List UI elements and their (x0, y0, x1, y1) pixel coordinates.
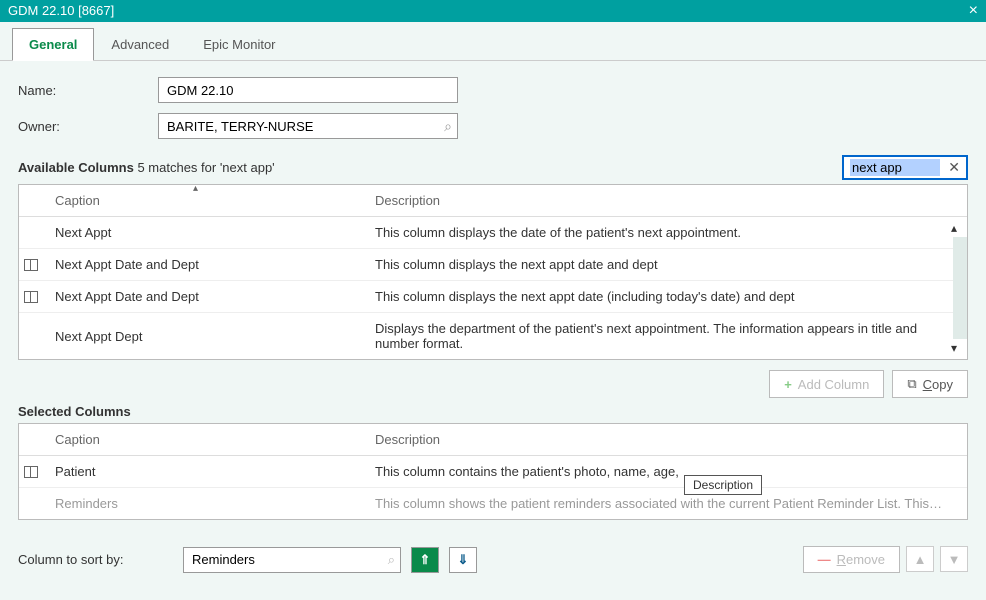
owner-row: Owner: ⌕ (18, 113, 968, 139)
selected-table-body: Patient This column contains the patient… (19, 456, 967, 519)
scroll-down-icon[interactable]: ▾ (951, 341, 965, 355)
title-bar: GDM 22.10 [8667] × (0, 0, 986, 22)
name-label: Name: (18, 83, 158, 98)
row-caption: Next Appt Date and Dept (43, 281, 363, 312)
sort-asc-icon: ⇑ (420, 552, 431, 568)
sort-desc-icon: ⇓ (458, 552, 469, 568)
row-desc: This column contains the patient's photo… (363, 456, 967, 487)
tab-general[interactable]: General (12, 28, 94, 61)
move-up-button[interactable]: ▲ (906, 546, 934, 572)
sort-ascending-button[interactable]: ⇑ (411, 547, 439, 573)
header-caption[interactable]: Caption (43, 424, 363, 455)
tab-bar: General Advanced Epic Monitor (0, 22, 986, 61)
table-row[interactable]: Patient This column contains the patient… (19, 456, 967, 488)
row-caption: Next Appt Dept (43, 321, 363, 352)
sort-descending-button[interactable]: ⇓ (449, 547, 477, 573)
search-icon[interactable]: ⌕ (388, 552, 395, 568)
header-description[interactable]: Description (363, 424, 967, 455)
owner-input[interactable] (158, 113, 458, 139)
triangle-down-icon: ▼ (948, 552, 961, 567)
row-icon (19, 253, 43, 277)
sort-label: Column to sort by: (18, 552, 173, 567)
sort-indicator-icon: ▴ (193, 183, 198, 194)
row-icon (19, 227, 43, 239)
row-caption: Patient (43, 456, 363, 487)
move-down-button[interactable]: ▼ (940, 546, 968, 572)
row-icon (19, 330, 43, 342)
header-icon-col (19, 424, 43, 455)
table-row[interactable]: Next Appt This column displays the date … (19, 217, 967, 249)
row-desc: This column displays the next appt date … (363, 281, 967, 312)
minus-icon: — (818, 552, 831, 567)
tab-epic-monitor[interactable]: Epic Monitor (186, 28, 292, 60)
sort-column-input[interactable] (183, 547, 401, 573)
row-icon (19, 460, 43, 484)
search-icon[interactable]: ⌕ (444, 118, 452, 135)
row-caption: Reminders (43, 488, 363, 519)
row-caption: Next Appt (43, 217, 363, 248)
column-search-box[interactable]: ✕ (842, 155, 968, 180)
triangle-up-icon: ▲ (914, 552, 927, 567)
row-icon (19, 285, 43, 309)
header-caption[interactable]: Caption ▴ (43, 185, 363, 216)
add-column-button[interactable]: +Add Column (769, 370, 884, 398)
clear-search-icon[interactable]: ✕ (948, 159, 960, 176)
header-description[interactable]: Description (363, 185, 967, 216)
column-icon (24, 259, 38, 271)
main-panel: General Advanced Epic Monitor Name: Owne… (0, 22, 986, 600)
name-row: Name: (18, 77, 968, 103)
copy-button[interactable]: ⧉Copy (892, 370, 968, 398)
available-subtitle: 5 matches for 'next app' (137, 160, 274, 175)
scroll-up-icon[interactable]: ▴ (951, 221, 965, 235)
header-icon-col (19, 185, 43, 216)
selected-columns-table: Caption Description Patient This column … (18, 423, 968, 520)
row-caption: Next Appt Date and Dept (43, 249, 363, 280)
available-header: Available Columns 5 matches for 'next ap… (18, 155, 968, 180)
copy-icon: ⧉ (907, 376, 916, 392)
row-desc: This column shows the patient reminders … (363, 488, 967, 519)
scrollbar[interactable] (953, 237, 967, 339)
selected-table-header: Caption Description (19, 424, 967, 456)
owner-label: Owner: (18, 119, 158, 134)
selected-title: Selected Columns (18, 404, 131, 419)
window-title: GDM 22.10 [8667] (8, 0, 114, 22)
tab-content: Name: Owner: ⌕ Available Columns 5 match… (0, 61, 986, 536)
available-table-header: Caption ▴ Description (19, 185, 967, 217)
table-row[interactable]: Reminders This column shows the patient … (19, 488, 967, 519)
available-title: Available Columns (18, 160, 134, 175)
table-row[interactable]: Next Appt Date and Dept This column disp… (19, 249, 967, 281)
row-desc: Displays the department of the patient's… (363, 313, 967, 359)
name-input[interactable] (158, 77, 458, 103)
close-icon[interactable]: × (969, 0, 978, 22)
bottom-row: Column to sort by: ⌕ ⇑ ⇓ —Remove ▲ ▼ (0, 536, 986, 573)
tab-advanced[interactable]: Advanced (94, 28, 186, 60)
row-desc: This column displays the date of the pat… (363, 217, 967, 248)
column-icon (24, 291, 38, 303)
available-columns-table: Caption ▴ Description Next Appt This col… (18, 184, 968, 360)
column-search-input[interactable] (850, 159, 940, 176)
column-icon (24, 466, 38, 478)
table-row[interactable]: Next Appt Dept Displays the department o… (19, 313, 967, 359)
row-desc: This column displays the next appt date … (363, 249, 967, 280)
available-table-body: Next Appt This column displays the date … (19, 217, 967, 359)
table-row[interactable]: Next Appt Date and Dept This column disp… (19, 281, 967, 313)
available-buttons: +Add Column ⧉Copy (18, 370, 968, 398)
row-icon (19, 498, 43, 510)
remove-button[interactable]: —Remove (803, 546, 900, 573)
selected-header: Selected Columns (18, 404, 968, 419)
plus-icon: + (784, 377, 792, 392)
